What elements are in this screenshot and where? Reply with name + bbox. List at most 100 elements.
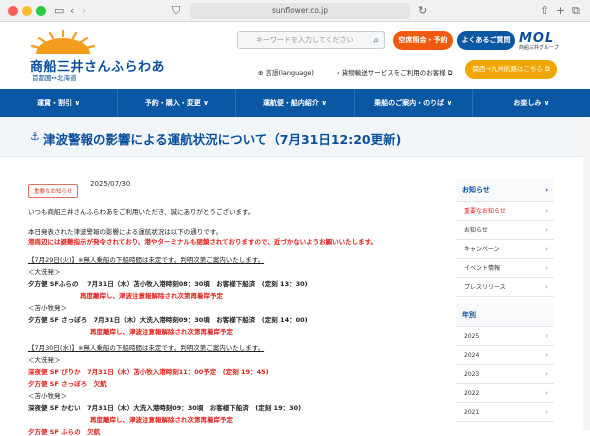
sailing-status: 夕方便 SF ふらの 欠航 xyxy=(28,428,101,436)
chevron-right-icon: › xyxy=(545,226,548,234)
chevron-right-icon: › xyxy=(545,408,548,416)
zoom-window-dot[interactable] xyxy=(36,6,46,16)
nav-fares[interactable]: 運賃・割引 ∨ xyxy=(0,89,119,117)
page-title-bar: ⚓ 津波警報の影響による運航状況について（7月31日12:20更新) xyxy=(0,117,590,157)
kyushu-route-button[interactable]: 関西→九州航路はこちら ⧉ xyxy=(465,60,557,79)
chevron-right-icon: › xyxy=(545,207,548,215)
global-nav: 運賃・割引 ∨ 予約・購入・変更 ∨ 運航便・船内紹介 ∨ 乗船のご案内・のりば… xyxy=(0,89,590,117)
sidebar-heading-label: 年別 xyxy=(462,311,476,319)
sailing-status: 夕方便 SF さっぽろ 欠航 xyxy=(28,380,107,388)
chevron-right-icon: › xyxy=(545,186,548,194)
sidebar-item-label: 重要なお知らせ xyxy=(464,208,506,215)
sidebar-heading-year: 年別 xyxy=(456,303,554,327)
sidebar-item-label: 2022 xyxy=(464,390,480,397)
evacuation-warning: 港周辺には避難指示が発令されており、港やターミナルも閉鎖されておりますので、近づ… xyxy=(28,238,377,246)
sidebar-item-label: イベント情報 xyxy=(464,265,501,272)
sidebar-heading-label: お知らせ xyxy=(462,186,490,194)
section-heading-0729: 【7月29日(火)】※無人乗船の下船時間は未定です。判明次第ご案内いたします。 xyxy=(28,256,265,264)
sidebar-item-label: キャンペーン xyxy=(464,246,500,253)
minimize-window-dot[interactable] xyxy=(22,6,32,16)
sailing-status: 夕方便 SF さっぽろ 7月31日（木）大洗入港時刻09：30頃 お客様下船済 … xyxy=(28,316,308,324)
chevron-right-icon: › xyxy=(545,245,548,253)
site-header: 商船三井さんふらわあ 首都圏↔北海道 キーワードを入力してください ⌕ 空席照会… xyxy=(0,22,590,89)
chevron-right-icon: › xyxy=(545,283,548,291)
sidebar-item-2021[interactable]: 2021 › xyxy=(456,403,554,422)
sunflower-logo-icon[interactable] xyxy=(28,30,98,56)
sailing-note: 再度離岸し、津波注意報解除され次第再着岸予定 xyxy=(80,292,223,300)
globe-icon: ⊕ xyxy=(258,69,264,77)
sailing-status: 深夜便 SF ぴりか 7月31日（木）苫小牧入港時刻11：00予定 (定刻 19… xyxy=(28,368,269,376)
post-date: 2025/07/30 xyxy=(90,180,131,188)
search-placeholder: キーワードを入力してください xyxy=(256,36,354,44)
nav-booking[interactable]: 予約・購入・変更 ∨ xyxy=(118,89,237,117)
sidebar-item-2022[interactable]: 2022 › xyxy=(456,384,554,403)
language-link[interactable]: ⊕ 言語(language) xyxy=(258,67,314,77)
sailing-note: 再度離岸し、津波注意報解除され次第再着岸予定 xyxy=(90,328,233,336)
chevron-right-icon: › xyxy=(545,370,548,378)
sidebar-item-label: プレスリリース xyxy=(464,284,506,291)
faq-button[interactable]: よくあるご質問 xyxy=(457,31,515,50)
mol-logo[interactable]: MOL 商船三井グループ xyxy=(519,31,559,51)
chevron-right-icon: › xyxy=(545,264,548,272)
nav-boarding[interactable]: 乗船のご案内・のりば ∨ xyxy=(355,89,473,117)
sidebar-item-2023[interactable]: 2023 › xyxy=(456,365,554,384)
sidebar-heading-news[interactable]: お知らせ › xyxy=(456,178,554,202)
anchor-icon: ⚓ xyxy=(30,130,40,143)
sidebar-item-label: お知らせ xyxy=(464,227,488,234)
nav-ships[interactable]: 運航便・船内紹介 ∨ xyxy=(236,89,355,117)
url-text: sunflower.co.jp xyxy=(271,6,329,15)
kyushu-route-label: 関西→九州航路はこちら xyxy=(472,65,543,73)
body-line: ＜苫小牧発＞ xyxy=(28,304,67,312)
sidebar-item-2025[interactable]: 2025 › xyxy=(456,327,554,346)
reload-icon[interactable]: ↻ xyxy=(418,3,427,19)
body-line: 本日発表された津波警報の影響による運航状況は以下の通りです。 xyxy=(28,228,223,236)
mol-logo-sub: 商船三井グループ xyxy=(519,45,559,51)
cargo-label: 貨物輸送サービスをご利用のお客様 xyxy=(341,69,446,77)
back-icon[interactable]: ‹ xyxy=(70,3,74,19)
sidebar-toggle-icon[interactable]: ▭ xyxy=(54,3,64,19)
body-line: いつも商船三井さんふらわあをご利用いただき、誠にありがとうございます。 xyxy=(28,208,255,216)
body-line: ＜苫小牧発＞ xyxy=(28,392,67,400)
sidebar-item-press[interactable]: プレスリリース › xyxy=(456,278,554,297)
sidebar-item-label: 2023 xyxy=(464,371,480,378)
logo-route: 首都圏↔北海道 xyxy=(32,74,77,82)
nav-enjoy[interactable]: お楽しみ ∨ xyxy=(473,89,590,117)
page-scrollbar[interactable] xyxy=(583,117,590,430)
reserve-button[interactable]: 空席照会・予約 xyxy=(393,31,453,50)
chevron-right-icon: › xyxy=(545,332,548,340)
search-input[interactable]: キーワードを入力してください ⌕ xyxy=(237,31,385,49)
sidebar: お知らせ › 重要なお知らせ › お知らせ › キャンペーン › イベント情報 › プレス… xyxy=(456,178,554,422)
chevron-right-icon: › xyxy=(545,389,548,397)
privacy-shield-icon[interactable]: ⛉ xyxy=(172,3,180,19)
external-link-icon: ⧉ xyxy=(544,65,550,73)
address-bar[interactable]: sunflower.co.jp xyxy=(190,3,410,19)
sidebar-item-label: 2025 xyxy=(464,333,480,340)
page-title: 津波警報の影響による運航状況について（7月31日12:20更新) xyxy=(43,132,402,147)
sidebar-item-campaign[interactable]: キャンペーン › xyxy=(456,240,554,259)
share-icon[interactable]: ⇧ xyxy=(540,3,549,19)
body-line: ＜大洗発＞ xyxy=(28,356,61,364)
chevron-right-icon: › xyxy=(545,351,548,359)
new-tab-icon[interactable]: + xyxy=(556,3,565,19)
section-heading-0730: 【7月30日(水)】※無人乗船の下船時間は未定です。判明次第ご案内いたします。 xyxy=(28,344,265,352)
chevron-right-icon: › xyxy=(337,69,340,77)
sailing-status: 深夜便 SF かむい 7月31日（木）大洗入港時刻09：30頃 お客様下船済 (… xyxy=(28,404,302,412)
language-label: 言語(language) xyxy=(265,69,314,77)
forward-icon[interactable]: › xyxy=(82,3,86,19)
sailing-status: 夕方便 SFふらの 7月31日（木）苫小牧入港時刻08：30頃 お客様下船済 (… xyxy=(28,280,308,288)
news-article: 重要なお知らせ 2025/07/30 いつも商船三井さんふらわあをご利用いただき… xyxy=(28,178,438,436)
tab-overview-icon[interactable]: ⧉ xyxy=(572,3,580,19)
sidebar-item-news[interactable]: お知らせ › xyxy=(456,221,554,240)
search-icon[interactable]: ⌕ xyxy=(373,33,379,49)
sidebar-item-events[interactable]: イベント情報 › xyxy=(456,259,554,278)
important-tag[interactable]: 重要なお知らせ xyxy=(28,184,79,198)
cargo-link[interactable]: › 貨物輸送サービスをご利用のお客様 ⧉ xyxy=(337,67,452,78)
sidebar-item-label: 2024 xyxy=(464,352,480,359)
sidebar-item-important[interactable]: 重要なお知らせ › xyxy=(456,202,554,221)
sidebar-item-2024[interactable]: 2024 › xyxy=(456,346,554,365)
sidebar-item-label: 2021 xyxy=(464,409,480,416)
body-line: ＜大洗発＞ xyxy=(28,268,61,276)
browser-toolbar: ▭ ‹ › ⛉ sunflower.co.jp ↻ ⇧ + ⧉ xyxy=(0,0,590,22)
close-window-dot[interactable] xyxy=(8,6,18,16)
external-link-icon: ⧉ xyxy=(447,69,453,77)
